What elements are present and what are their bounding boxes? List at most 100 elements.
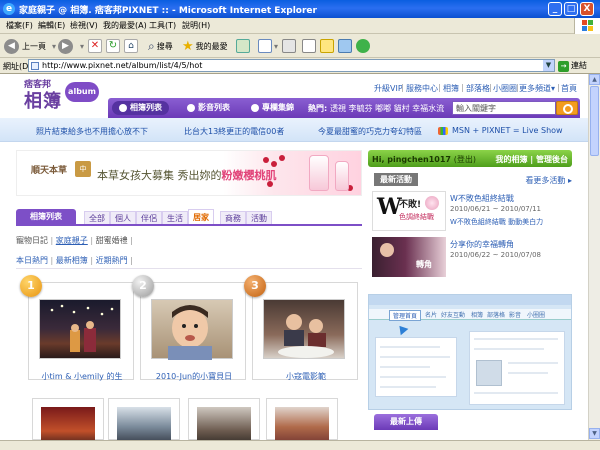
scroll-up-icon[interactable]: ▲ xyxy=(589,74,600,85)
manage-preview-panel[interactable]: 管理首頁 名片 好友互動 相簿 部落格 影音 小圈圈 xyxy=(368,294,572,410)
forward-button[interactable]: ▶ ▾ xyxy=(58,37,84,55)
minimize-button[interactable]: _ xyxy=(548,2,562,16)
ad-banner[interactable]: 順天本草 中 本草女孩大募集 秀出妳的粉嫩櫻桃肌 xyxy=(16,150,362,196)
promo-link-4[interactable]: MSN + PIXNET = Live Show xyxy=(438,126,563,135)
category-tab-all[interactable]: 全部 xyxy=(84,211,110,224)
tab-album-list[interactable]: 相簿列表 xyxy=(112,101,169,115)
album-card[interactable]: 3 小寇電影範 xyxy=(244,275,359,382)
album-logo-badge[interactable]: album xyxy=(65,82,99,102)
top-link-service[interactable]: 服務中心 xyxy=(406,83,438,94)
category-tab-business[interactable]: 商務 xyxy=(220,211,246,224)
close-button[interactable]: X xyxy=(580,2,594,16)
top-link-more-channels[interactable]: 更多頻道▾ xyxy=(519,83,555,94)
event-title[interactable]: W不敗色組終結戰 xyxy=(450,193,514,204)
album-thumbnail[interactable] xyxy=(197,407,251,440)
top-link-circle[interactable]: 小圈圈 xyxy=(493,83,517,94)
mail-button[interactable]: ▾ xyxy=(258,37,278,55)
stop-button[interactable]: ✕ xyxy=(88,37,102,55)
search-submit-button[interactable] xyxy=(556,101,578,115)
address-url: http://www.pixnet.net/album/list/4/5/hot xyxy=(42,61,203,70)
promo-link-3[interactable]: 今夏最甜蜜的巧克力夸幻特區 xyxy=(318,126,422,137)
subcategory-wedding[interactable]: 甜蜜婚禮 xyxy=(96,236,128,245)
more-events-link[interactable]: 看更多活動 ▸ xyxy=(525,175,572,186)
album-card[interactable] xyxy=(266,398,338,440)
preview-tab-manage-home: 管理首頁 xyxy=(389,310,422,321)
album-thumbnail[interactable] xyxy=(41,407,95,440)
event-item[interactable]: W 不敗! 色調終結戰 W不敗色組終結戰 2010/06/21 ~ 2010/0… xyxy=(368,191,572,233)
promo-link-2[interactable]: 比台大13終更正的電信00者 xyxy=(184,126,284,137)
event-title[interactable]: 分享你的幸福轉角 xyxy=(450,239,514,250)
category-tab-events[interactable]: 活動 xyxy=(246,211,272,224)
event-thumbnail[interactable]: 轉角 xyxy=(372,237,446,277)
category-tab-album-list[interactable]: 相簿列表 xyxy=(16,209,76,224)
tab-column[interactable]: 專欄集錦 xyxy=(244,101,301,115)
new-uploads-title: 最新上傳 xyxy=(374,414,438,430)
window-title: 家庭親子 @ 相簿. 痞客邦PIXNET :: - Microsoft Inte… xyxy=(19,6,317,16)
menu-view[interactable]: 檢視(V) xyxy=(70,20,98,31)
preview-tab-blog: 部落格 xyxy=(487,312,506,319)
sort-newest[interactable]: 最新相簿 xyxy=(56,256,88,265)
menu-edit[interactable]: 編輯(E) xyxy=(38,20,65,31)
sort-recent-hot[interactable]: 近期熱門 xyxy=(96,256,128,265)
research-button[interactable] xyxy=(338,37,352,55)
top-link-album[interactable]: 相簿 xyxy=(443,83,459,94)
search-button[interactable]: ⌕ 搜尋 xyxy=(148,37,173,55)
tab-video-list[interactable]: 影音列表 xyxy=(180,101,237,115)
windows-logo-icon xyxy=(574,18,600,34)
album-thumbnail[interactable] xyxy=(151,299,233,360)
home-button[interactable]: ⌂ xyxy=(124,37,138,55)
promo-link-1[interactable]: 照片結束給多也不用擔心放不下 xyxy=(36,126,148,137)
top-link-blog[interactable]: 部落格 xyxy=(466,83,490,94)
my-album-link[interactable]: 我的相簿 xyxy=(496,155,528,164)
menu-tools[interactable]: 工具(T) xyxy=(149,20,176,31)
top-link-home[interactable]: 首頁 xyxy=(561,83,577,94)
album-card[interactable]: 1 小tim & 小emily 的生 xyxy=(20,275,135,382)
edit-button[interactable] xyxy=(302,37,316,55)
manage-link[interactable]: 管理後台 xyxy=(536,155,568,164)
vertical-scrollbar[interactable]: ▲ ▼ xyxy=(588,74,600,440)
logout-link[interactable]: (登出) xyxy=(454,155,476,164)
album-card[interactable]: 2 2010-Jun的小寶貝日 xyxy=(132,275,247,382)
menu-file[interactable]: 檔案(F) xyxy=(6,20,33,31)
album-caption[interactable]: 小tim & 小emily 的生 xyxy=(29,371,135,382)
hot-label: 熱門: xyxy=(308,104,328,113)
menu-help[interactable]: 說明(H) xyxy=(182,20,210,31)
album-caption[interactable]: 小寇電影範 xyxy=(253,371,359,382)
top-link-vip[interactable]: 升級VIP xyxy=(374,83,403,94)
category-tab-partner[interactable]: 伴侶 xyxy=(136,211,162,224)
category-tab-life[interactable]: 生活 xyxy=(162,211,188,224)
maximize-button[interactable]: □ xyxy=(564,2,578,16)
notes-button[interactable] xyxy=(320,37,334,55)
site-logo-main[interactable]: 相簿 xyxy=(24,87,62,113)
category-tab-home[interactable]: 居家 xyxy=(188,209,214,224)
event-thumbnail[interactable]: W 不敗! 色調終結戰 xyxy=(372,191,446,231)
album-thumbnail[interactable] xyxy=(39,299,121,359)
album-caption[interactable]: 2010-Jun的小寶貝日 xyxy=(141,371,247,382)
back-button[interactable]: ◀ 上一頁 ▾ xyxy=(4,37,56,55)
album-thumbnail[interactable] xyxy=(263,299,345,359)
links-button[interactable]: → 連結 xyxy=(558,60,587,72)
category-tab-personal[interactable]: 個人 xyxy=(110,211,136,224)
album-thumbnail[interactable] xyxy=(117,407,171,440)
sort-today-hot[interactable]: 本日熱門 xyxy=(16,256,48,265)
messenger-button[interactable] xyxy=(356,37,370,55)
album-card[interactable] xyxy=(188,398,260,440)
event-subtitle[interactable]: W不敗色組終結戰 動動美白力 xyxy=(450,217,543,227)
keyword-search-input[interactable]: 輸入關鍵字 xyxy=(452,101,556,115)
address-input[interactable]: http://www.pixnet.net/album/list/4/5/hot… xyxy=(28,59,555,72)
subcategory-pets[interactable]: 寵物日記 xyxy=(16,236,48,245)
menu-favorites[interactable]: 我的最愛(A) xyxy=(103,20,147,31)
scroll-down-icon[interactable]: ▼ xyxy=(589,428,600,439)
album-card[interactable] xyxy=(32,398,104,440)
print-button[interactable] xyxy=(282,37,296,55)
address-dropdown-icon[interactable]: ▼ xyxy=(543,60,554,71)
subcategory-family[interactable]: 家庭親子 xyxy=(56,236,88,245)
hot-search-terms[interactable]: 透視 李毓芬 嘟嘟 貓村 幸福水流 xyxy=(330,103,444,114)
event-item[interactable]: 轉角 分享你的幸福轉角 2010/06/22 ~ 2010/07/08 xyxy=(368,237,572,279)
history-button[interactable] xyxy=(236,37,250,55)
album-thumbnail[interactable] xyxy=(275,407,329,440)
album-card[interactable] xyxy=(108,398,180,440)
refresh-button[interactable]: ↻ xyxy=(106,37,120,55)
scroll-thumb[interactable] xyxy=(590,86,599,156)
favorites-button[interactable]: ★ 我的最愛 xyxy=(182,37,228,55)
